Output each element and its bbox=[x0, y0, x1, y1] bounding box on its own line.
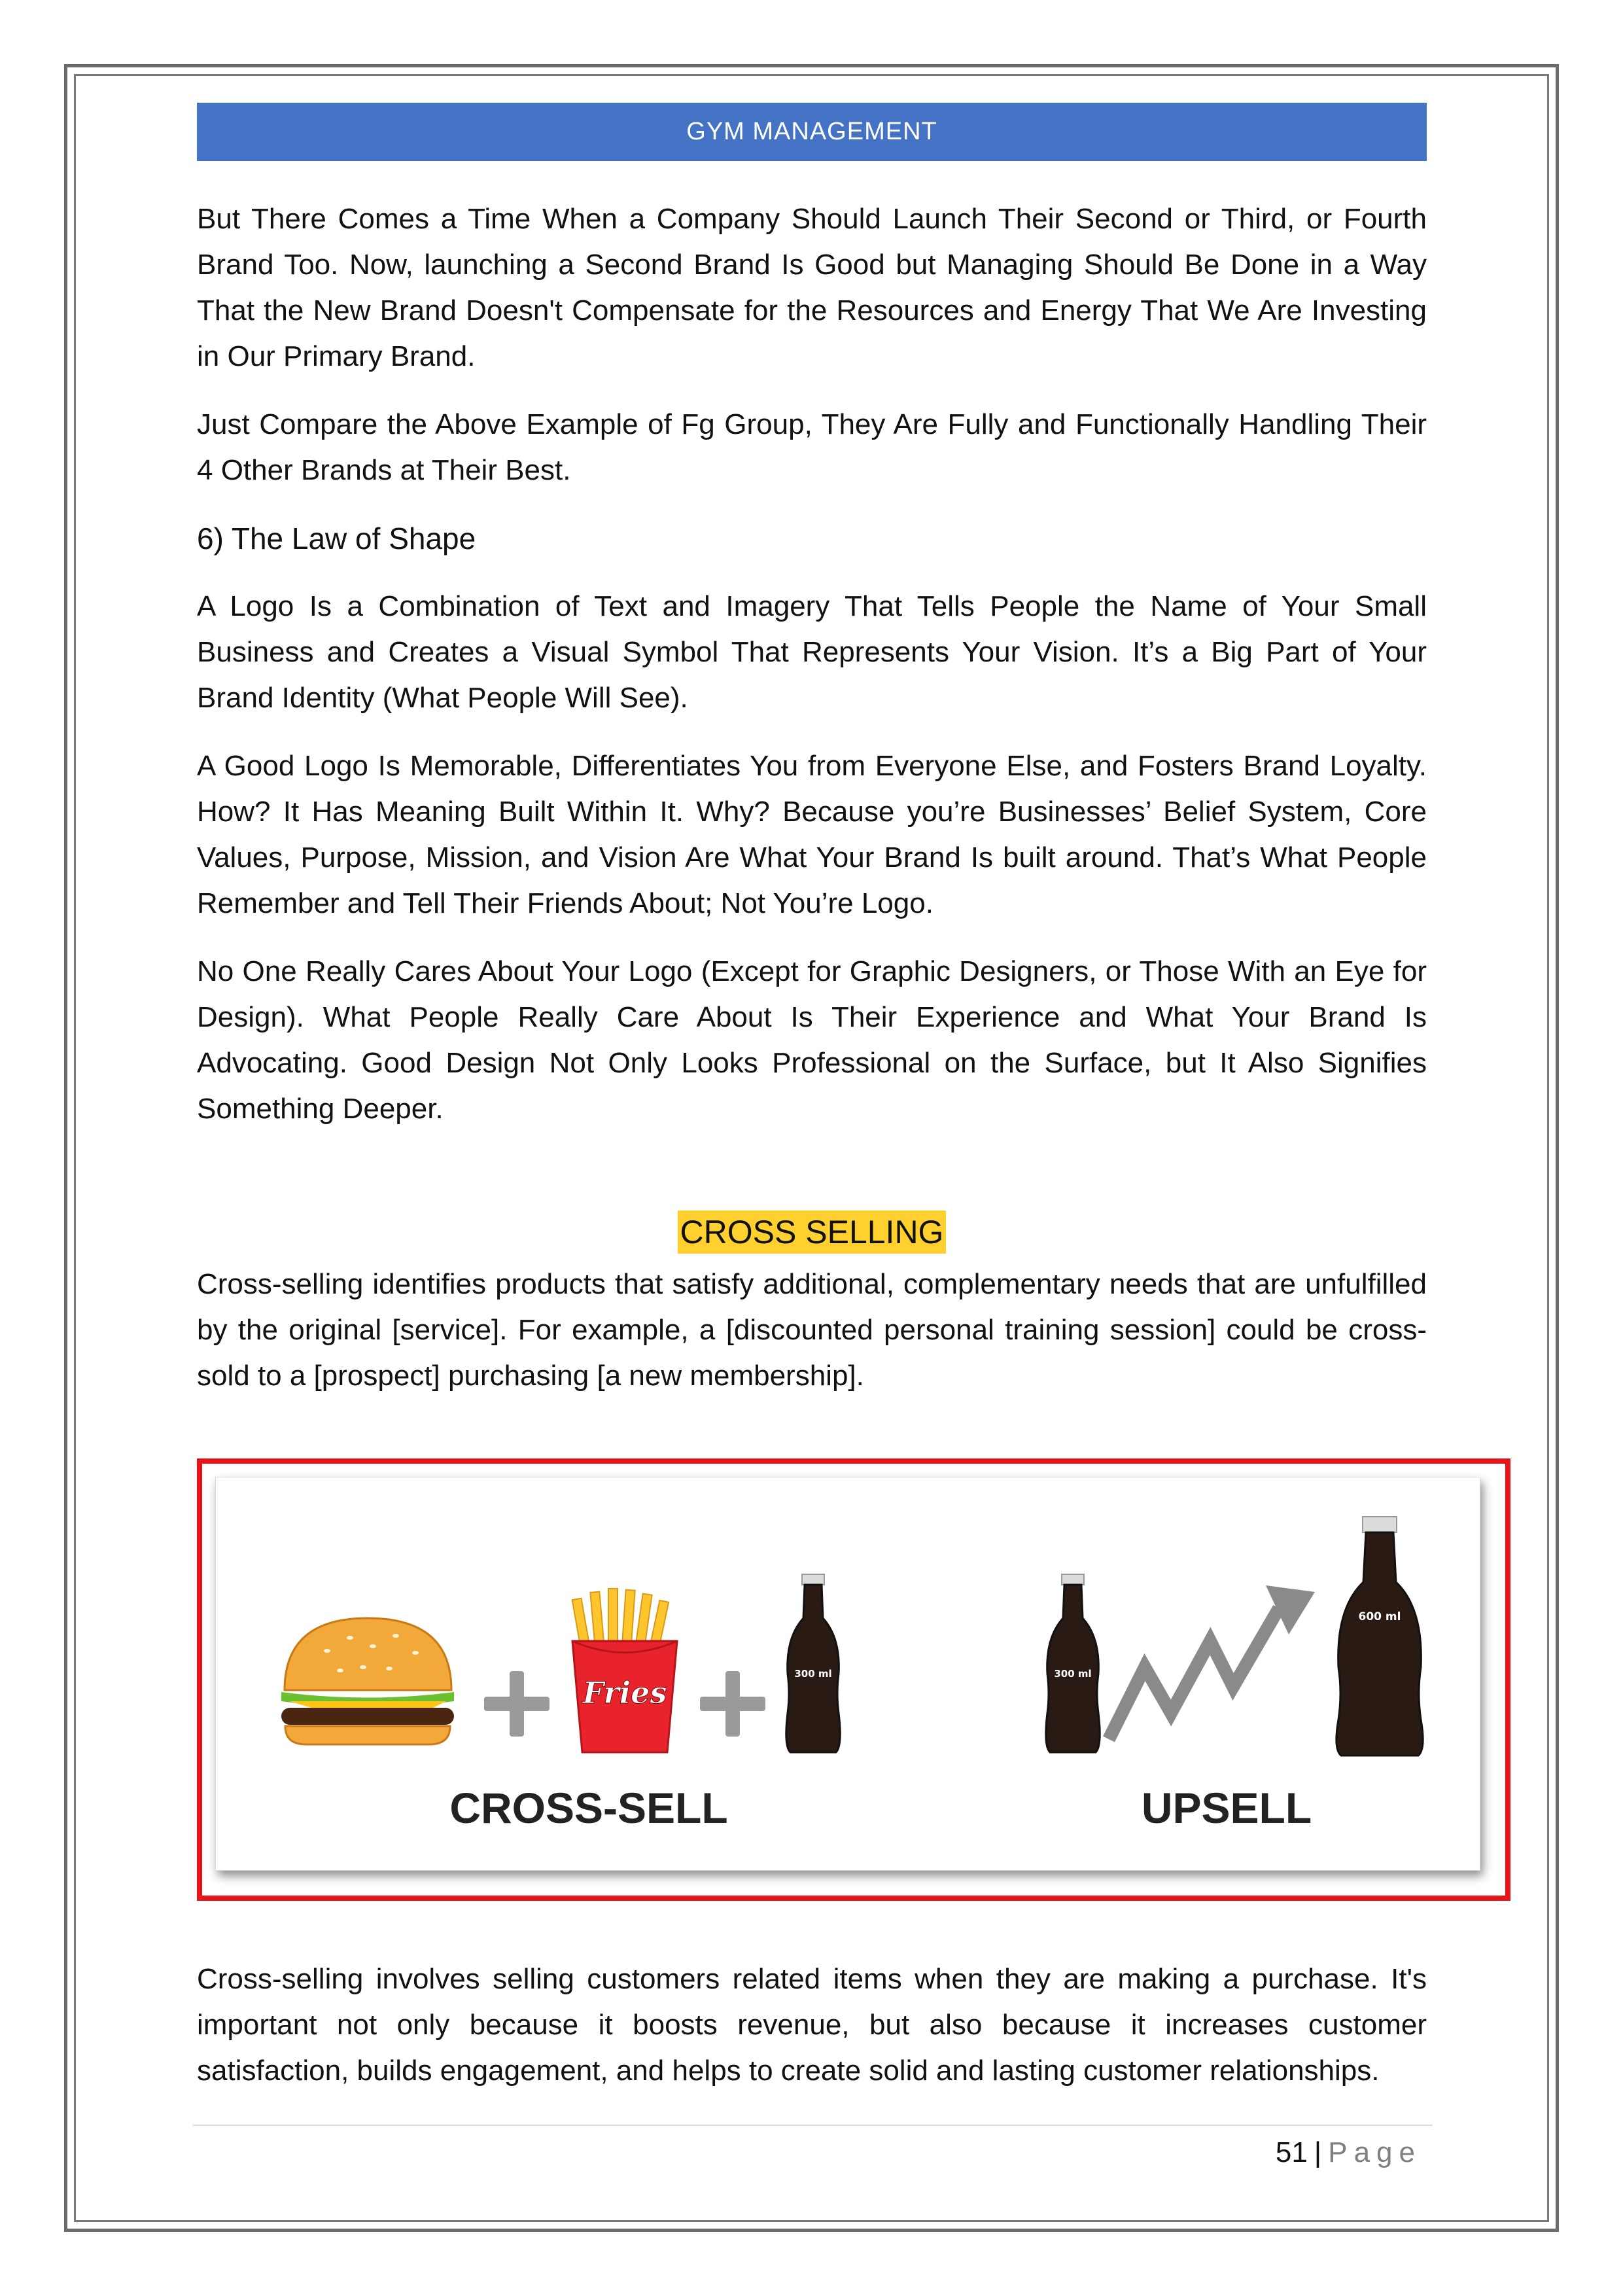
paragraph-cross-selling-intro: Cross-selling identifies products that s… bbox=[197, 1268, 1427, 1392]
cross-sell-label: CROSS-SELL bbox=[449, 1784, 727, 1832]
section-title-wrap: CROSS SELLING bbox=[197, 1210, 1427, 1254]
paragraph-logo-definition: A Logo Is a Combination of Text and Imag… bbox=[197, 590, 1427, 714]
footer-divider bbox=[193, 2125, 1433, 2126]
paragraph-cross-selling-body: Cross-selling involves selling customers… bbox=[197, 1963, 1427, 2087]
bottle-size-label: 300 ml bbox=[1054, 1668, 1091, 1680]
fries-icon: Fries bbox=[571, 1588, 678, 1754]
bottle-size-label: 300 ml bbox=[794, 1668, 831, 1680]
header-title: GYM MANAGEMENT bbox=[686, 118, 937, 145]
section-title-cross-selling: CROSS SELLING bbox=[677, 1210, 947, 1254]
bottom-content: Cross-selling involves selling customers… bbox=[197, 1956, 1427, 2116]
page-word: Page bbox=[1328, 2136, 1422, 2168]
growth-arrow-icon bbox=[1103, 1585, 1315, 1742]
upsell-label: UPSELL bbox=[1142, 1784, 1312, 1832]
footer-separator: | bbox=[1314, 2136, 1322, 2168]
figure-frame: Fries 300 ml CROSS-SELL 300 ml 600 ml UP… bbox=[197, 1458, 1510, 1901]
plus-icon bbox=[484, 1671, 550, 1737]
page-number: 51 bbox=[1275, 2136, 1308, 2168]
paragraph-logo-care: No One Really Cares About Your Logo (Exc… bbox=[197, 955, 1427, 1125]
bottle-icon: 300 ml bbox=[1045, 1574, 1101, 1754]
paragraph-second-brand: But There Comes a Time When a Company Sh… bbox=[197, 203, 1427, 372]
paragraph-fg-group: Just Compare the Above Example of Fg Gro… bbox=[197, 408, 1427, 486]
bottle-icon: 600 ml bbox=[1335, 1516, 1424, 1757]
figure-cross-sell-upsell: Fries 300 ml CROSS-SELL 300 ml 600 ml UP… bbox=[215, 1477, 1480, 1871]
header-bar: GYM MANAGEMENT bbox=[197, 103, 1427, 161]
page-footer: 51 | Page bbox=[1276, 2130, 1422, 2176]
burger-icon bbox=[281, 1617, 454, 1746]
subheading-law-of-shape: 6) The Law of Shape bbox=[197, 521, 476, 556]
bottle-size-label: 600 ml bbox=[1359, 1610, 1401, 1623]
fries-label: Fries bbox=[582, 1675, 667, 1710]
plus-icon bbox=[700, 1671, 765, 1737]
bottle-icon: 300 ml bbox=[785, 1574, 841, 1754]
figure-illustration: Fries 300 ml CROSS-SELL 300 ml 600 ml UP… bbox=[281, 1516, 1424, 1832]
main-content: But There Comes a Time When a Company Sh… bbox=[197, 196, 1427, 1421]
paragraph-good-logo: A Good Logo Is Memorable, Differentiates… bbox=[197, 750, 1427, 919]
